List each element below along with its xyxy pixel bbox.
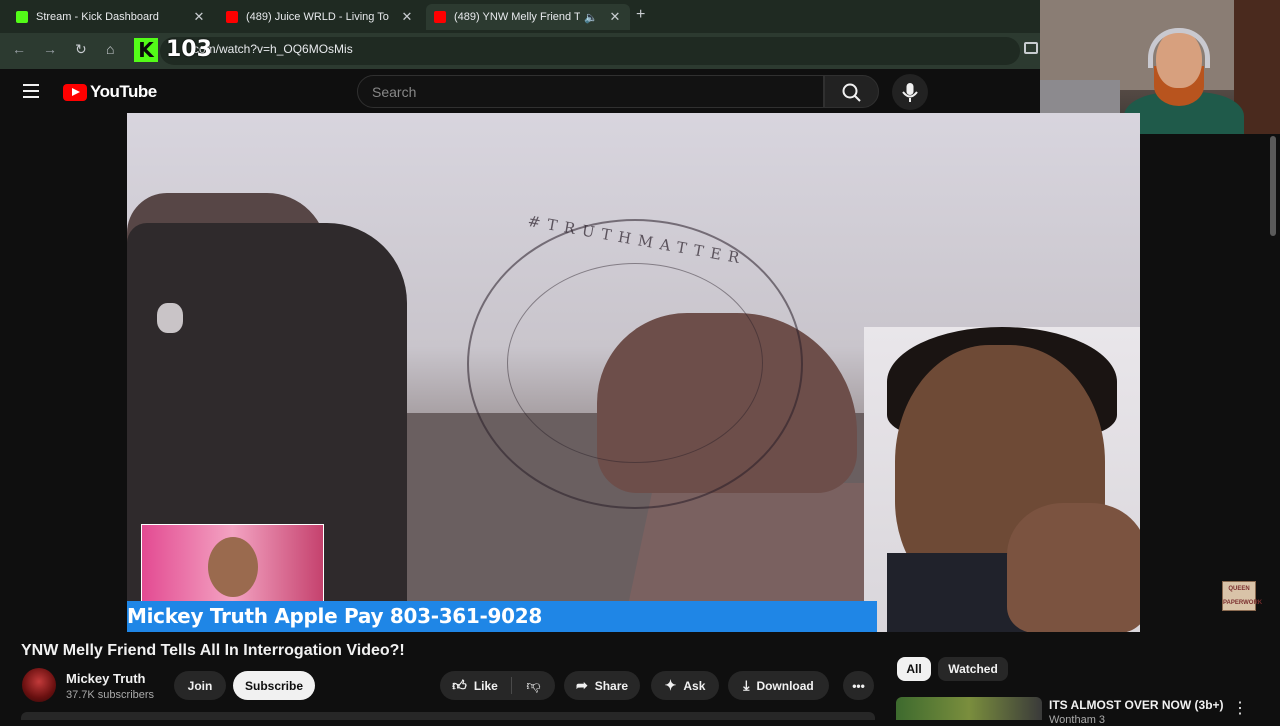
thumbs-up-icon: 👍︎ bbox=[452, 677, 467, 693]
banner-text: Mickey Truth Apple Pay 803-361-9028 bbox=[127, 604, 543, 628]
youtube-icon bbox=[226, 11, 238, 23]
download-label: Download bbox=[756, 678, 814, 693]
new-tab-button[interactable]: + bbox=[636, 6, 645, 24]
search-box bbox=[357, 75, 824, 108]
chip-all[interactable]: All bbox=[897, 657, 931, 681]
youtube-play-icon bbox=[63, 83, 87, 101]
chip-watched[interactable]: Watched bbox=[938, 657, 1008, 681]
youtube-wordmark: YouTube bbox=[90, 82, 157, 101]
url-text[interactable]: com/watch?v=h_OQ6MOsMis bbox=[193, 42, 353, 56]
like-label: Like bbox=[473, 678, 498, 693]
download-icon: ⤓ bbox=[743, 677, 750, 693]
like-dislike-group: 👍︎ Like 👎︎ bbox=[440, 671, 555, 700]
recommendation-thumbnail[interactable] bbox=[896, 697, 1042, 720]
join-button[interactable]: Join bbox=[174, 671, 226, 700]
description-panel[interactable] bbox=[21, 712, 875, 720]
search-button[interactable] bbox=[824, 75, 879, 108]
reload-icon[interactable]: ↻ bbox=[75, 41, 87, 58]
search-input[interactable] bbox=[372, 76, 812, 107]
tab-ynw-melly[interactable]: (489) YNW Melly Friend Tell 🔈 ✕ bbox=[426, 4, 630, 30]
recommendation-title[interactable]: ITS ALMOST OVER NOW (3b+) bbox=[1049, 698, 1224, 712]
channel-name[interactable]: Mickey Truth bbox=[66, 671, 145, 686]
subscribe-button[interactable]: Subscribe bbox=[233, 671, 315, 700]
like-button[interactable]: 👍︎ Like bbox=[440, 671, 510, 700]
youtube-logo[interactable]: YouTube bbox=[63, 82, 157, 102]
browser-tab-strip: Stream - Kick Dashboard ✕ (489) Juice WR… bbox=[0, 0, 1040, 33]
tab-juice-wrld[interactable]: (489) Juice WRLD - Living To Di ✕ bbox=[218, 4, 422, 30]
sparkle-icon: ✦ bbox=[664, 677, 677, 693]
search-icon bbox=[842, 83, 861, 102]
badge bbox=[157, 303, 183, 333]
thumbs-down-icon: 👎︎ bbox=[526, 677, 541, 693]
host-pip bbox=[141, 524, 324, 602]
close-icon[interactable]: ✕ bbox=[192, 9, 206, 25]
menu-icon[interactable] bbox=[23, 84, 39, 98]
viewer-count: 103 bbox=[166, 37, 212, 62]
youtube-icon bbox=[434, 11, 446, 23]
channel-avatar[interactable] bbox=[22, 668, 56, 702]
close-icon[interactable]: ✕ bbox=[608, 9, 622, 25]
tab-title: (489) YNW Melly Friend Tell bbox=[454, 11, 580, 23]
dislike-button[interactable]: 👎︎ bbox=[512, 671, 555, 700]
page-gutter bbox=[1140, 134, 1280, 632]
share-icon: ➦ bbox=[575, 677, 588, 693]
home-icon[interactable]: ⌂ bbox=[106, 41, 114, 57]
scrollbar[interactable] bbox=[1270, 136, 1276, 236]
share-label: Share bbox=[594, 678, 629, 693]
tab-title: Stream - Kick Dashboard bbox=[36, 11, 159, 23]
close-icon[interactable]: ✕ bbox=[400, 9, 414, 25]
tab-kick-dashboard[interactable]: Stream - Kick Dashboard ✕ bbox=[8, 4, 214, 30]
kick-icon bbox=[16, 11, 28, 23]
ask-button[interactable]: ✦ Ask bbox=[651, 671, 719, 700]
subscriber-count: 37.7K subscribers bbox=[66, 689, 155, 701]
more-actions-button[interactable]: ••• bbox=[843, 671, 874, 700]
back-arrow-icon[interactable]: ← bbox=[12, 41, 26, 57]
video-title: YNW Melly Friend Tells All In Interrogat… bbox=[21, 642, 405, 659]
forward-arrow-icon[interactable]: → bbox=[43, 41, 57, 57]
tab-title: (489) Juice WRLD - Living To Di bbox=[246, 11, 390, 23]
ask-label: Ask bbox=[683, 678, 706, 693]
share-button[interactable]: ➦ Share bbox=[564, 671, 640, 700]
recommendation-channel[interactable]: Wontham 3 bbox=[1049, 714, 1105, 726]
voice-search-button[interactable] bbox=[892, 74, 928, 110]
video-player[interactable]: #TRUTHMATTER Mickey Truth Apple Pay 803-… bbox=[127, 113, 1140, 632]
more-icon: ••• bbox=[852, 678, 865, 693]
donation-banner: Mickey Truth Apple Pay 803-361-9028 bbox=[127, 601, 877, 632]
kick-viewer-overlay: K 103 bbox=[134, 37, 212, 62]
microphone-icon bbox=[902, 83, 918, 102]
speaker-icon[interactable]: 🔈 bbox=[584, 11, 598, 24]
cast-icon[interactable] bbox=[1024, 42, 1038, 54]
kebab-menu-icon[interactable]: ⋮ bbox=[1232, 698, 1248, 718]
download-button[interactable]: ⤓ Download bbox=[728, 671, 829, 700]
corner-sticker: QUEEN PAPERWORK bbox=[1222, 581, 1262, 611]
kick-logo: K bbox=[134, 37, 158, 62]
